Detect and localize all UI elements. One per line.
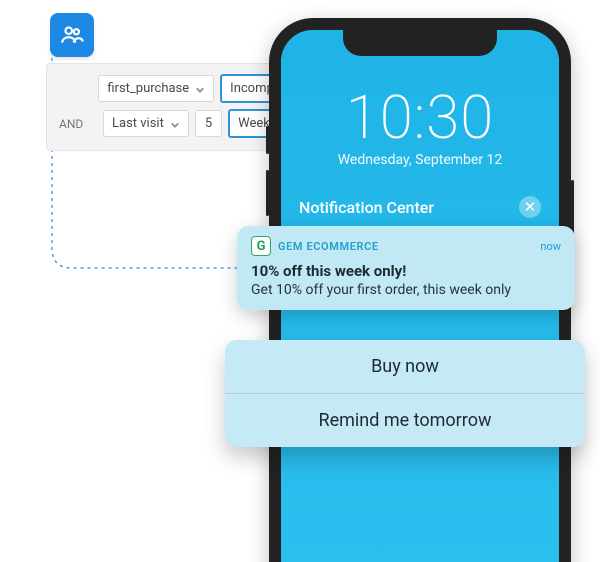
- notification-center-title: Notification Center: [299, 198, 434, 217]
- notification-title: 10% off this week only!: [251, 262, 561, 280]
- app-icon-letter: G: [257, 239, 266, 254]
- chevron-down-icon: [170, 119, 180, 129]
- filter-value-label: 5: [205, 116, 212, 131]
- notification-center-header: Notification Center ✕: [299, 196, 541, 218]
- lockscreen-date: Wednesday, September 12: [281, 152, 559, 168]
- filter-attribute-label: Last visit: [112, 116, 164, 131]
- action-buy-now-button[interactable]: Buy now: [225, 340, 585, 393]
- filter-value-input[interactable]: 5: [195, 110, 222, 137]
- notification-app-name: GEM ECOMMERCE: [278, 240, 379, 253]
- action-remind-tomorrow-button[interactable]: Remind me tomorrow: [225, 393, 585, 447]
- phone-side-button: [266, 170, 269, 216]
- audience-icon-badge: [50, 13, 94, 57]
- chevron-down-icon: [195, 84, 205, 94]
- people-icon: [59, 22, 85, 48]
- canvas: first_purchase Incomplete AND Last visit…: [0, 0, 600, 562]
- app-icon: G: [251, 236, 271, 256]
- filter-attribute-last-visit[interactable]: Last visit: [103, 110, 189, 137]
- phone-notch: [343, 28, 497, 56]
- close-icon[interactable]: ✕: [519, 196, 541, 218]
- filter-attribute-label: first_purchase: [107, 81, 189, 96]
- notification-header: G GEM ECOMMERCE now: [251, 236, 561, 256]
- and-operator-label: AND: [59, 117, 97, 131]
- notification-timestamp: now: [540, 240, 561, 253]
- push-notification-card[interactable]: G GEM ECOMMERCE now 10% off this week on…: [237, 226, 575, 310]
- lockscreen-time: 10:30: [281, 88, 559, 148]
- phone-side-button: [266, 126, 269, 154]
- filter-attribute-first-purchase[interactable]: first_purchase: [98, 75, 214, 102]
- notification-actions: Buy now Remind me tomorrow: [225, 340, 585, 447]
- notification-body: Get 10% off your first order, this week …: [251, 282, 561, 298]
